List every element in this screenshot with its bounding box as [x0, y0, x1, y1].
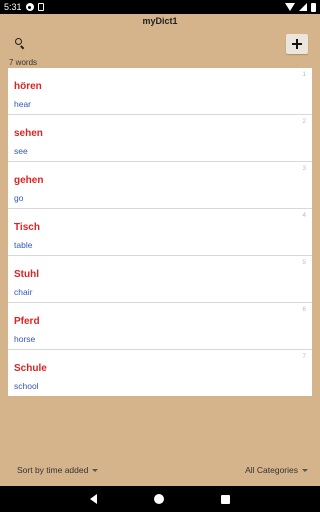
word-meaning: table	[14, 240, 33, 250]
word-list: hören hear 1 sehen see 2 gehen go 3 Tisc…	[8, 68, 312, 396]
word-meaning: see	[14, 146, 28, 156]
word-term: gehen	[14, 175, 44, 186]
word-count: 7 words	[9, 58, 38, 67]
list-item[interactable]: Schule school 7	[8, 350, 312, 396]
sd-card-icon	[37, 3, 44, 11]
word-term: Tisch	[14, 222, 40, 233]
caret-down-icon	[302, 468, 308, 472]
sort-dropdown[interactable]: Sort by time added	[17, 465, 99, 475]
status-time: 5:31	[4, 2, 22, 12]
category-dropdown[interactable]: All Categories	[245, 465, 308, 475]
word-meaning: hear	[14, 99, 32, 109]
wifi-icon	[285, 3, 295, 11]
word-index: 1	[302, 71, 306, 78]
word-term: hören	[14, 81, 42, 92]
battery-icon	[311, 2, 316, 12]
status-bar: 5:31	[0, 0, 320, 14]
word-term: Pferd	[14, 316, 40, 327]
word-term: Stuhl	[14, 269, 39, 280]
list-item[interactable]: gehen go 3	[8, 162, 312, 209]
word-index: 7	[302, 353, 306, 360]
word-index: 4	[302, 212, 306, 219]
word-term: sehen	[14, 128, 43, 139]
search-icon[interactable]	[14, 37, 28, 51]
caret-down-icon	[92, 468, 99, 472]
category-label: All Categories	[245, 465, 298, 475]
list-item[interactable]: Stuhl chair 5	[8, 256, 312, 303]
back-icon[interactable]	[90, 494, 97, 504]
app-notification-icon	[25, 3, 34, 11]
recents-icon[interactable]	[221, 494, 230, 504]
navigation-bar	[0, 486, 320, 512]
signal-icon	[299, 3, 307, 11]
home-icon[interactable]	[154, 494, 164, 504]
list-item[interactable]: hören hear 1	[8, 68, 312, 115]
list-item[interactable]: sehen see 2	[8, 115, 312, 162]
word-meaning: go	[14, 193, 24, 203]
word-meaning: horse	[14, 334, 36, 344]
sort-label: Sort by time added	[17, 465, 89, 475]
word-index: 6	[302, 306, 306, 313]
plus-icon	[292, 39, 302, 49]
app-title: myDict1	[142, 16, 178, 26]
word-index: 2	[302, 118, 306, 125]
list-item[interactable]: Pferd horse 6	[8, 303, 312, 350]
word-index: 5	[302, 259, 306, 266]
add-word-button[interactable]	[286, 34, 308, 54]
word-term: Schule	[14, 363, 47, 374]
word-meaning: school	[14, 381, 39, 391]
list-item[interactable]: Tisch table 4	[8, 209, 312, 256]
word-index: 3	[302, 165, 306, 172]
word-meaning: chair	[14, 287, 33, 297]
